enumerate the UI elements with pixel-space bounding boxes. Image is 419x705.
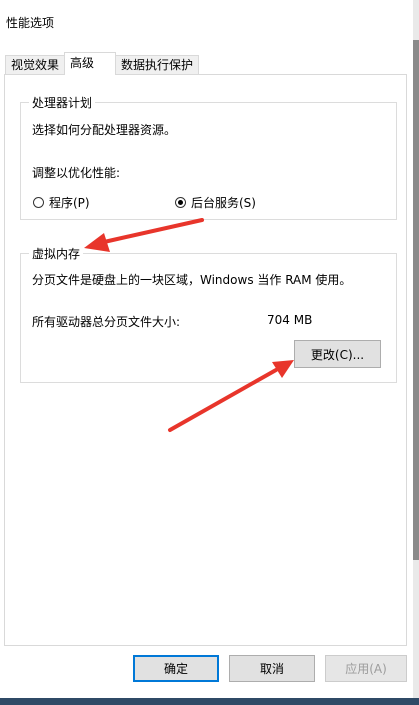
- processor-scheduling-group: 处理器计划 选择如何分配处理器资源。 调整以优化性能: 程序(P) 后台服务(S…: [20, 94, 397, 220]
- virtual-memory-group: 虚拟内存 分页文件是硬盘上的一块区域，Windows 当作 RAM 使用。 所有…: [20, 245, 397, 383]
- background-window-edge: [413, 0, 419, 705]
- tab-label: 视觉效果: [11, 58, 60, 72]
- radio-background-services[interactable]: 后台服务(S): [175, 194, 256, 211]
- tab-data-execution-prevention[interactable]: 数据执行保护: [115, 55, 199, 74]
- title-bar: 性能选项: [0, 0, 419, 40]
- total-paging-file-label: 所有驱动器总分页文件大小:: [32, 315, 181, 329]
- ok-button[interactable]: 确定: [133, 655, 219, 682]
- virtual-memory-description: 分页文件是硬盘上的一块区域，Windows 当作 RAM 使用。: [32, 273, 352, 287]
- radio-button-checked[interactable]: [175, 197, 186, 208]
- optimize-label: 调整以优化性能:: [32, 166, 121, 180]
- radio-label: 程序(P): [49, 196, 90, 210]
- change-button[interactable]: 更改(C)...: [294, 340, 381, 368]
- radio-button[interactable]: [33, 197, 44, 208]
- cancel-button[interactable]: 取消: [229, 655, 315, 682]
- tab-advanced[interactable]: 高级: [64, 52, 116, 75]
- processor-description: 选择如何分配处理器资源。: [32, 123, 177, 137]
- tab-label: 高级: [70, 56, 95, 70]
- group-title: 虚拟内存: [29, 245, 84, 262]
- tab-label: 数据执行保护: [121, 58, 194, 72]
- apply-button[interactable]: 应用(A): [325, 655, 407, 682]
- radio-label: 后台服务(S): [191, 196, 256, 210]
- group-title: 处理器计划: [29, 94, 96, 111]
- window-title: 性能选项: [6, 16, 55, 30]
- tab-panel-advanced: 处理器计划 选择如何分配处理器资源。 调整以优化性能: 程序(P) 后台服务(S…: [4, 74, 407, 646]
- tab-visual-effects[interactable]: 视觉效果: [5, 55, 65, 74]
- radio-programs[interactable]: 程序(P): [33, 194, 90, 211]
- total-paging-file-value: 704 MB: [267, 313, 313, 327]
- taskbar-edge: [0, 698, 419, 705]
